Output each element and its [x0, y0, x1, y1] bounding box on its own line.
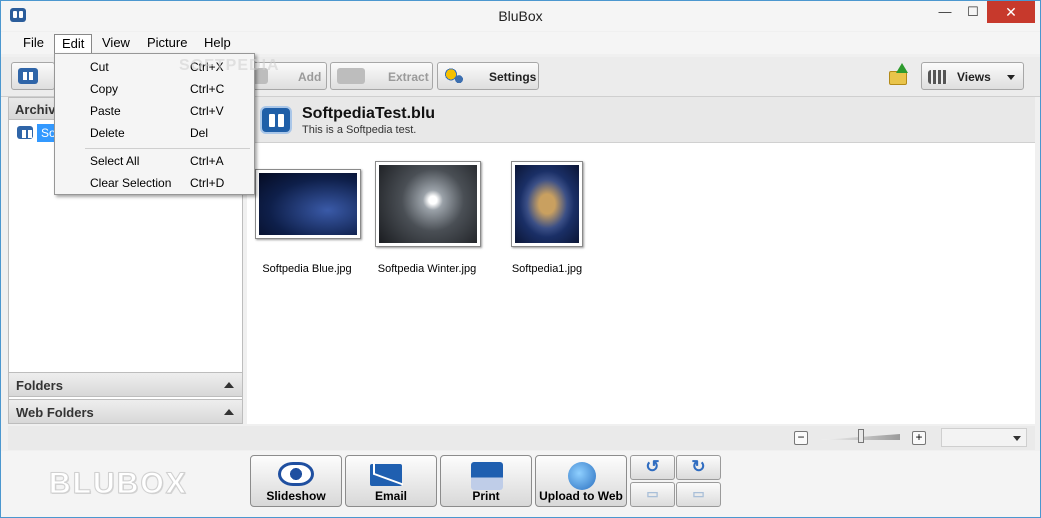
thumbnail-label[interactable]: Softpedia Winter.jpg	[367, 263, 487, 275]
archive-icon	[17, 126, 33, 139]
upload-label: Upload to Web	[539, 489, 623, 503]
envelope-icon	[370, 464, 402, 486]
extract-button[interactable]: Extract	[330, 62, 433, 90]
web-folders-section[interactable]: Web Folders	[8, 399, 243, 424]
menu-item-clear-selection[interactable]: Clear Selection Ctrl+D	[57, 173, 252, 193]
globe-icon	[568, 462, 596, 490]
menu-item-label: Cut	[90, 60, 109, 74]
watermark: SOFTPEDIA	[179, 57, 280, 74]
menu-bar: File Edit View Picture Help	[1, 32, 1040, 54]
close-button[interactable]: ✕	[987, 1, 1035, 23]
thumbnail-label[interactable]: Softpedia Blue.jpg	[247, 263, 367, 275]
menu-file[interactable]: File	[16, 34, 51, 54]
rotate-left-button[interactable]: ↺	[630, 455, 675, 480]
window-title: BluBox	[498, 8, 543, 24]
menu-edit[interactable]: Edit	[54, 34, 93, 54]
blubox-icon	[18, 68, 38, 84]
menu-item-shortcut: Del	[190, 126, 209, 140]
zoom-out-button[interactable]: −	[794, 431, 808, 445]
slideshow-button[interactable]: Slideshow	[250, 455, 342, 507]
menu-item-label: Select All	[90, 154, 140, 168]
thumbnail[interactable]	[511, 161, 583, 247]
maximize-button[interactable]: ☐	[959, 1, 987, 23]
title-bar: BluBox — ☐ ✕	[1, 1, 1040, 31]
add-label: Add	[298, 70, 322, 84]
thumbnail-area[interactable]: Softpedia Blue.jpg Softpedia Winter.jpg …	[247, 143, 1035, 424]
rotate-right-button[interactable]: ↻	[676, 455, 721, 480]
upload-to-web-button[interactable]: Upload to Web	[535, 455, 627, 507]
archive-name: SoftpediaTest.blu	[302, 105, 436, 122]
thumbnail-label[interactable]: Softpedia1.jpg	[487, 263, 607, 275]
email-button[interactable]: Email	[345, 455, 437, 507]
settings-button[interactable]: Settings	[437, 62, 539, 90]
menu-item-paste[interactable]: Paste Ctrl+V	[57, 101, 252, 121]
thumbnail-image	[379, 165, 477, 243]
zoom-select[interactable]	[941, 428, 1027, 447]
printer-icon	[471, 462, 503, 490]
menu-help[interactable]: Help	[197, 34, 238, 54]
thumbnail-image	[259, 173, 357, 235]
menu-item-shortcut: Ctrl+D	[190, 176, 225, 190]
folders-label: Folders	[16, 378, 63, 393]
views-button[interactable]: Views	[921, 62, 1024, 90]
email-label: Email	[374, 489, 407, 503]
flip-vertical-button[interactable]: ▭	[676, 482, 721, 507]
print-label: Print	[472, 489, 500, 503]
zoom-slider-handle[interactable]	[858, 429, 864, 443]
up-arrow-icon	[896, 63, 908, 73]
folder-shape	[889, 71, 907, 85]
gear-icon	[444, 68, 464, 84]
collapse-up-icon	[224, 382, 234, 388]
menu-item-copy[interactable]: Copy Ctrl+C	[57, 79, 252, 99]
extract-label: Extract	[388, 70, 429, 84]
menu-item-select-all[interactable]: Select All Ctrl+A	[57, 151, 252, 171]
menu-item-label: Copy	[90, 82, 119, 96]
slideshow-label: Slideshow	[266, 489, 326, 503]
chevron-down-icon	[1013, 436, 1021, 441]
menu-item-shortcut: Ctrl+C	[190, 82, 225, 96]
views-icon	[928, 70, 948, 84]
bottom-bar: BLUBOX Slideshow Email Print Upload to W…	[1, 451, 1040, 517]
minimize-button[interactable]: —	[931, 1, 959, 23]
menu-view[interactable]: View	[95, 34, 137, 54]
blubox-logo: BLUBOX	[49, 467, 188, 501]
views-label: Views	[957, 70, 991, 84]
extract-icon	[337, 68, 365, 84]
flip-horizontal-button[interactable]: ▭	[630, 482, 675, 507]
menu-item-label: Clear Selection	[90, 176, 172, 190]
new-archive-button[interactable]	[11, 62, 55, 90]
collapse-up-icon	[224, 409, 234, 415]
print-button[interactable]: Print	[440, 455, 532, 507]
menu-item-shortcut: Ctrl+V	[190, 104, 224, 118]
menu-separator	[85, 148, 250, 149]
zoom-in-button[interactable]: +	[912, 431, 926, 445]
menu-item-delete[interactable]: Delete Del	[57, 123, 252, 143]
archive-info-header: SoftpediaTest.blu This is a Softpedia te…	[247, 97, 1035, 143]
folders-section[interactable]: Folders	[8, 372, 243, 397]
chevron-down-icon	[1007, 75, 1015, 80]
archive-description: This is a Softpedia test.	[302, 124, 417, 136]
menu-item-label: Delete	[90, 126, 125, 140]
menu-item-shortcut: Ctrl+A	[190, 154, 224, 168]
settings-label: Settings	[489, 70, 537, 84]
eye-icon	[278, 462, 314, 486]
archive-icon	[260, 106, 292, 134]
zoom-bar: − +	[8, 426, 1035, 450]
web-folders-label: Web Folders	[16, 405, 94, 420]
app-window: BluBox — ☐ ✕ File Edit View Picture Help…	[0, 0, 1041, 518]
folder-up-icon[interactable]	[889, 63, 909, 87]
thumbnail[interactable]	[375, 161, 481, 247]
menu-picture[interactable]: Picture	[140, 34, 194, 54]
menu-item-label: Paste	[90, 104, 121, 118]
thumbnail[interactable]	[255, 169, 361, 239]
thumbnail-image	[515, 165, 579, 243]
